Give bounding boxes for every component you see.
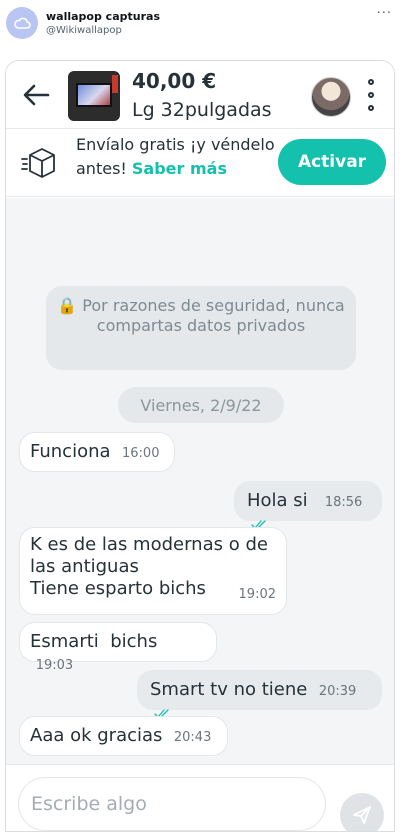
message-time: 19:03: [35, 658, 74, 673]
banner-text: Envíalo gratis ¡y véndelo antes! Saber m…: [76, 133, 276, 195]
activate-button[interactable]: Activar: [278, 139, 386, 185]
back-arrow-icon[interactable]: [20, 79, 52, 111]
tv-image-detail: [112, 75, 118, 93]
package-icon: [21, 148, 55, 178]
learn-more-link[interactable]: Saber más: [132, 159, 227, 178]
message-text: Hola si: [247, 490, 308, 511]
kebab-menu-icon[interactable]: [363, 79, 379, 111]
message-time: 19:02: [238, 587, 276, 602]
product-title[interactable]: Lg 32pulgadas: [132, 99, 272, 121]
product-thumbnail[interactable]: [68, 71, 120, 121]
message-incoming[interactable]: Aaa ok gracias 20:43: [19, 716, 228, 756]
message-incoming[interactable]: Esmarti bichs 19:03: [19, 622, 217, 673]
chat-screenshot: 40,00 € Lg 32pulgadas Envíalo gratis ¡y …: [5, 60, 395, 832]
message-incoming[interactable]: K es de las modernas o de las antiguas T…: [19, 527, 287, 615]
menu-dot: [368, 79, 374, 85]
message-time: 20:39: [318, 684, 357, 699]
tweet-header: wallapop capturas @Wikiwallapop ···: [0, 0, 400, 58]
security-notice: 🔒 Por razones de seguridad, nunca compar…: [46, 286, 356, 370]
message-list[interactable]: 🔒 Por razones de seguridad, nunca compar…: [6, 198, 394, 764]
shipping-banner: Envíalo gratis ¡y véndelo antes! Saber m…: [6, 129, 394, 197]
message-outgoing[interactable]: Smart tv no tiene 20:39: [137, 670, 382, 718]
account-avatar[interactable]: [6, 7, 38, 39]
tv-image: [76, 83, 112, 107]
message-text: Funciona: [30, 441, 111, 462]
message-input[interactable]: [18, 777, 326, 831]
date-divider: Viernes, 2/9/22: [118, 387, 284, 423]
message-time: 18:56: [324, 495, 363, 510]
message-text: Esmarti bichs: [30, 631, 158, 652]
account-name[interactable]: wallapop capturas: [46, 10, 160, 23]
menu-dot: [368, 92, 374, 98]
more-options-icon[interactable]: ···: [377, 6, 392, 21]
send-button[interactable]: [340, 793, 384, 831]
send-icon: [353, 806, 371, 824]
message-outgoing[interactable]: Hola si 18:56: [234, 481, 382, 529]
message-composer: [6, 764, 394, 831]
message-text: Smart tv no tiene: [150, 679, 308, 700]
cloud-icon: [14, 17, 31, 29]
account-handle[interactable]: @Wikiwallapop: [46, 25, 122, 36]
message-text: Aaa ok gracias: [30, 725, 163, 746]
message-time: 16:00: [122, 446, 160, 461]
message-time: 20:43: [173, 730, 212, 745]
security-notice-text: 🔒 Por razones de seguridad, nunca compar…: [57, 296, 345, 335]
chat-header: 40,00 € Lg 32pulgadas: [6, 61, 394, 129]
menu-dot: [368, 105, 374, 111]
user-avatar[interactable]: [311, 77, 351, 117]
product-price: 40,00 €: [132, 69, 217, 93]
message-incoming[interactable]: Funciona 16:00: [19, 432, 175, 472]
